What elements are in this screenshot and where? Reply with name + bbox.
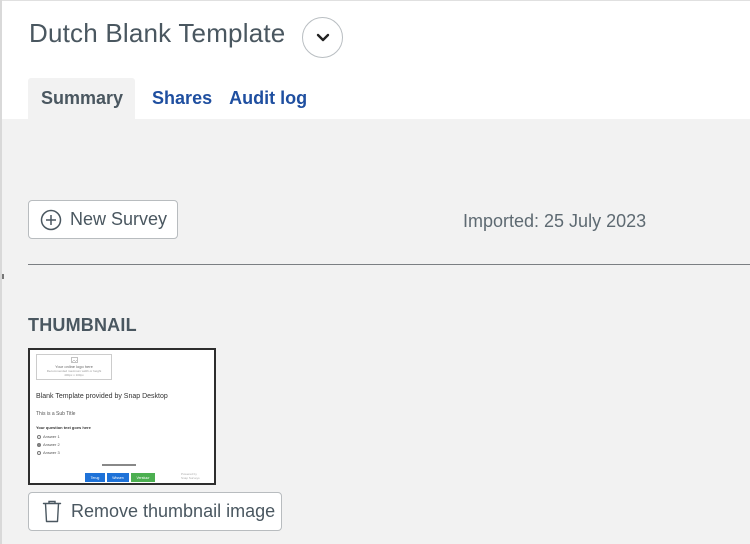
thumbnail-image: Your online logo here Recommended maximu… xyxy=(28,348,216,485)
thumbnail-answer: Answer 2 xyxy=(37,442,60,447)
tab-bar: Summary Shares Audit log xyxy=(28,78,307,119)
radio-checked-icon xyxy=(37,442,41,447)
thumbnail-submit-button: Verstuur xyxy=(131,473,155,482)
thumbnail-powered-by: Powered by Snap Surveys xyxy=(181,472,200,480)
top-rule xyxy=(0,0,750,1)
thumbnail-answer-label: Answer 2 xyxy=(43,442,60,447)
page-title: Dutch Blank Template xyxy=(29,18,286,48)
edge-mark xyxy=(2,274,4,279)
remove-thumbnail-button[interactable]: Remove thumbnail image xyxy=(28,492,282,531)
divider xyxy=(28,264,750,265)
radio-icon xyxy=(37,450,41,455)
new-survey-label: New Survey xyxy=(70,209,168,229)
thumbnail-question: Your question text goes here xyxy=(36,425,91,430)
imported-date: Imported: 25 July 2023 xyxy=(463,211,647,231)
radio-icon xyxy=(37,434,41,439)
thumbnail-answer: Answer 1 xyxy=(37,434,60,439)
thumbnail-clear-button: Wissen xyxy=(107,473,129,482)
summary-panel: New Survey Imported: 25 July 2023 THUMBN… xyxy=(2,119,750,544)
thumbnail-back-button: Terug xyxy=(85,473,105,482)
thumbnail-progress-bar xyxy=(102,464,136,466)
tab-shares[interactable]: Shares xyxy=(152,78,212,119)
thumbnail-powered-line2: Snap Surveys xyxy=(181,476,200,480)
thumbnail-answer-label: Answer 1 xyxy=(43,434,60,439)
plus-circle-icon xyxy=(40,209,62,230)
remove-thumbnail-label: Remove thumbnail image xyxy=(71,501,276,521)
new-survey-button[interactable]: New Survey xyxy=(28,200,178,239)
thumbnail-logo-placeholder: Your online logo here Recommended maximu… xyxy=(36,354,112,380)
thumbnail-logo-line3: 400px x 100px xyxy=(64,373,84,377)
thumbnail-survey-subtitle: This is a Sub Title xyxy=(36,411,76,417)
tab-summary[interactable]: Summary xyxy=(28,78,136,119)
chevron-down-icon xyxy=(316,33,329,42)
thumbnail-answer: Answer 3 xyxy=(37,450,60,455)
image-icon xyxy=(71,357,78,363)
trash-icon xyxy=(42,500,62,523)
thumbnail-answer-label: Answer 3 xyxy=(43,450,60,455)
title-dropdown-button[interactable] xyxy=(302,17,343,58)
tab-audit-log[interactable]: Audit log xyxy=(229,78,307,119)
thumbnail-heading: THUMBNAIL xyxy=(28,315,137,335)
thumbnail-survey-title: Blank Template provided by Snap Desktop xyxy=(36,393,168,400)
